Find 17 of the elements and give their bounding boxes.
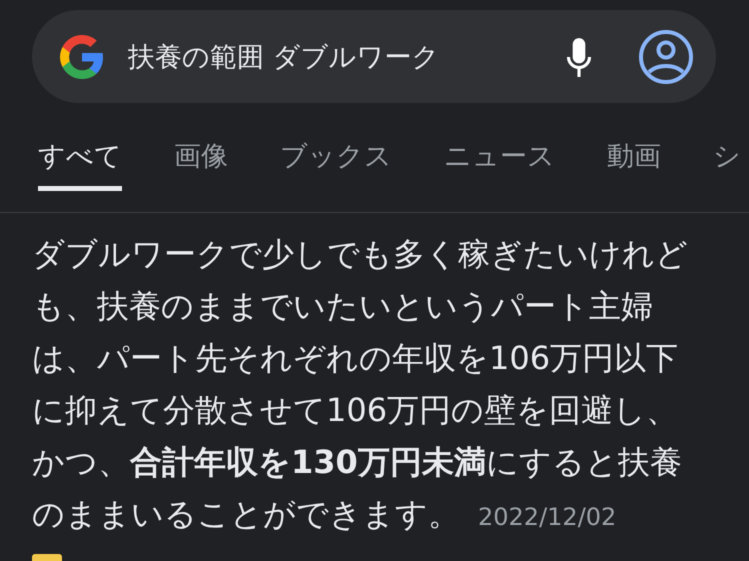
search-field[interactable]: 扶養の範囲 ダブルワーク <box>128 41 566 72</box>
snippet-text-line: かつ、合計年収を130万円未満にすると扶養 <box>32 442 682 483</box>
snippet-text-line: は、パート先それぞれの年収を106万円以下 <box>32 338 678 379</box>
snippet-text-line: のままいることができます。 <box>32 494 460 535</box>
search-tab[interactable]: 画像 <box>174 138 228 191</box>
microphone-icon[interactable] <box>566 36 592 78</box>
search-tab[interactable]: すべて <box>38 138 122 191</box>
search-tab[interactable]: シ <box>713 138 741 191</box>
snippet-date: 2022/12/02 <box>478 502 616 533</box>
search-tab[interactable]: 動画 <box>607 138 661 191</box>
account-icon[interactable] <box>638 28 694 84</box>
search-tab[interactable]: ブックス <box>280 138 392 191</box>
google-logo-icon <box>58 32 106 80</box>
snippet-text-line: も、扶養のままでいたいというパート主婦 <box>32 286 653 327</box>
snippet-text-line: ダブルワークで少しでも多く稼ぎたいけれど <box>32 234 688 275</box>
search-tab[interactable]: ニュース <box>444 138 555 191</box>
snippet-text-line: に抑えて分散させて106万円の壁を回避し、 <box>32 390 678 431</box>
